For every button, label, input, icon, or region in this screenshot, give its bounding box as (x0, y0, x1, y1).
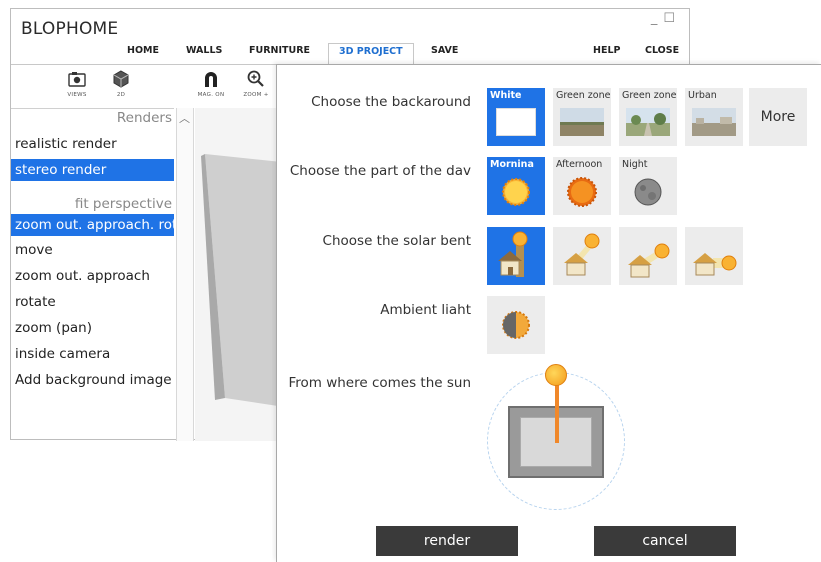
side-item-inside-camera[interactable]: inside camera (11, 343, 174, 365)
bg-option-green-zone-1-label: Green zone (556, 90, 611, 101)
maximize-icon[interactable]: ☐ (663, 11, 675, 26)
zoom-in-label: ZOOM + (243, 92, 269, 98)
menu-close[interactable]: CLOSE (635, 43, 689, 65)
menu-help[interactable]: HELP (583, 43, 630, 65)
side-item-zoom-pan[interactable]: zoom (pan) (11, 317, 174, 339)
white-swatch (496, 108, 536, 136)
day-option-afternoon[interactable]: Afternoon (553, 157, 611, 215)
camera-icon (68, 72, 86, 87)
magnet-icon (205, 72, 217, 87)
main-menu: HOME WALLS FURNITURE 3D PROJECT SAVE HEL… (11, 38, 689, 66)
solar-option-overhead[interactable] (487, 227, 545, 285)
sun-ray-handle (555, 379, 559, 443)
sun-icon (502, 178, 530, 206)
render-button[interactable]: render (376, 526, 518, 556)
day-option-night-label: Night (622, 159, 648, 170)
bg-option-urban[interactable]: Urban (685, 88, 743, 146)
bg-option-green-zone-2[interactable]: Green zone (619, 88, 677, 146)
bg-option-urban-label: Urban (688, 90, 717, 101)
app-title: BLOPHOME (21, 19, 119, 39)
day-option-night[interactable]: Night (619, 157, 677, 215)
minimize-icon[interactable]: _ (651, 11, 658, 26)
sidebar-scrollbar[interactable]: ︿ (176, 108, 194, 441)
solar-option-high[interactable] (553, 227, 611, 285)
side-item-add-background-image[interactable]: Add background image (11, 369, 174, 391)
menu-home[interactable]: HOME (117, 43, 169, 65)
zoom-in-icon (247, 70, 264, 87)
solar-bent-label: Choose the solar bent (322, 233, 471, 249)
bg-option-green-zone-1[interactable]: Green zone (553, 88, 611, 146)
moon-icon (634, 178, 662, 206)
side-item-realistic-render[interactable]: realistic render (11, 133, 174, 155)
day-option-morning[interactable]: Mornina (487, 157, 545, 215)
menu-furniture[interactable]: FURNITURE (239, 43, 320, 65)
window-controls: _ ☐ (645, 11, 675, 26)
solar-option-medium[interactable] (619, 227, 677, 285)
house-sun-overhead-icon (498, 231, 528, 277)
render-dialog: Choose the backaround White Green zone G… (276, 64, 821, 562)
2d-button[interactable]: 2D (101, 69, 141, 98)
renders-heading: Renders (116, 110, 172, 126)
bg-option-white-label: White (490, 90, 522, 101)
background-label: Choose the backaround (311, 94, 471, 110)
house-sun-high-icon (564, 233, 600, 276)
house-sun-medium-icon (628, 243, 670, 278)
side-item-move[interactable]: move (11, 239, 174, 261)
side-item-zoom-out-approach-rotate[interactable]: zoom out. approach. rota (11, 214, 174, 236)
day-option-morning-label: Mornina (490, 159, 534, 170)
menu-save[interactable]: SAVE (421, 43, 468, 65)
sun-position-label: From where comes the sun (288, 375, 471, 391)
views-button[interactable]: VIEWS (57, 69, 97, 98)
cube-icon (113, 70, 129, 88)
bg-option-green-zone-2-label: Green zone (622, 90, 677, 101)
toolbar: VIEWS 2D MAG. ON ZOOM + (11, 66, 276, 108)
views-label: VIEWS (67, 92, 87, 98)
magnet-label: MAG. ON (197, 92, 225, 98)
landscape-thumbnail-icon (560, 108, 604, 136)
sun-drag-handle[interactable] (545, 364, 567, 386)
day-option-afternoon-label: Afternoon (556, 159, 603, 170)
bg-option-white[interactable]: White (487, 88, 545, 146)
afternoon-sun-icon (567, 177, 597, 207)
menu-walls[interactable]: WALLS (176, 43, 232, 65)
park-thumbnail-icon (626, 108, 670, 136)
cancel-button[interactable]: cancel (594, 526, 736, 556)
day-label: Choose the part of the dav (289, 163, 471, 179)
side-item-zoom-out-approach[interactable]: zoom out. approach (11, 265, 174, 287)
menu-3d-project[interactable]: 3D PROJECT (328, 43, 414, 66)
ambient-light-label: Ambient liaht (380, 302, 471, 318)
bg-more-button[interactable]: More (749, 88, 807, 146)
magnet-button[interactable]: MAG. ON (191, 69, 231, 98)
solar-option-low[interactable] (685, 227, 743, 285)
half-sun-icon (502, 311, 530, 339)
house-sun-low-icon (693, 253, 737, 276)
ambient-light-option[interactable] (487, 296, 545, 354)
zoom-in-button[interactable]: ZOOM + (236, 69, 276, 98)
2d-label: 2D (116, 92, 126, 98)
urban-thumbnail-icon (692, 108, 736, 136)
side-item-stereo-render[interactable]: stereo render (11, 159, 174, 181)
chevron-up-icon[interactable]: ︿ (179, 110, 190, 126)
side-item-rotate[interactable]: rotate (11, 291, 174, 313)
fit-perspective-heading: fit perspective (74, 196, 172, 212)
render-options-panel: Renders realistic render stereo render f… (11, 108, 174, 441)
